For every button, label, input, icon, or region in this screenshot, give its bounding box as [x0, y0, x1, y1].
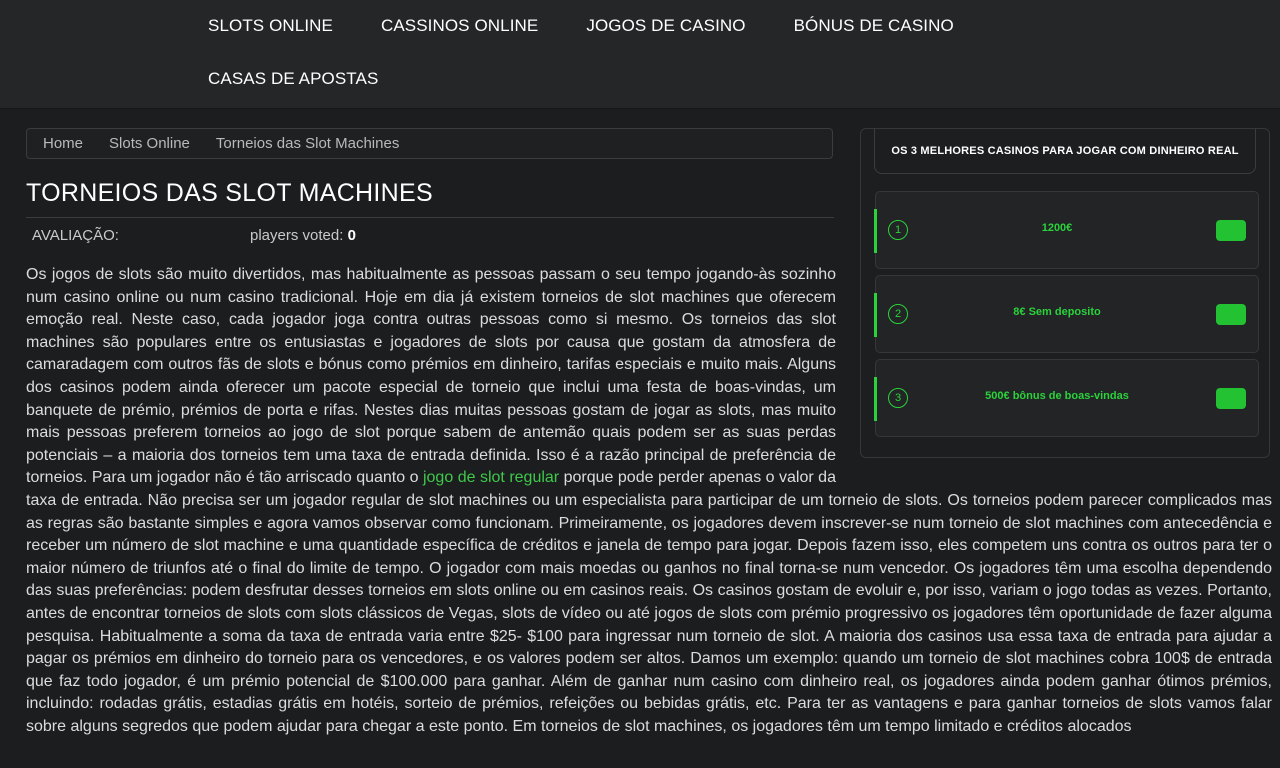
- card-accent-bar: [874, 377, 877, 421]
- nav-bonus-de-casino[interactable]: BÓNUS DE CASINO: [794, 16, 954, 36]
- rank-badge: 2: [888, 304, 908, 324]
- casino-bonus: 8€ Sem deposito: [1013, 306, 1101, 318]
- breadcrumb-slots-online[interactable]: Slots Online: [109, 135, 190, 152]
- players-voted: players voted: 0: [250, 227, 356, 244]
- rank-badge: 3: [888, 388, 908, 408]
- nav-jogos-de-casino[interactable]: JOGOS DE CASINO: [586, 16, 745, 36]
- rank-badge: 1: [888, 220, 908, 240]
- nav-slots-online[interactable]: SLOTS ONLINE: [208, 16, 333, 36]
- article-text-rest: porque pode perder apenas o valor da tax…: [26, 469, 1272, 735]
- top-navigation: SLOTS ONLINE CASSINOS ONLINE JOGOS DE CA…: [0, 0, 1280, 109]
- play-button[interactable]: [1216, 220, 1246, 241]
- sidebar-title: OS 3 MELHORES CASINOS PARA JOGAR COM DIN…: [874, 129, 1256, 174]
- breadcrumb: Home Slots Online Torneios das Slot Mach…: [26, 128, 833, 159]
- article-text-start: Os jogos de slots são muito divertidos, …: [26, 266, 836, 487]
- breadcrumb-current[interactable]: Torneios das Slot Machines: [216, 135, 399, 152]
- rating-label: AVALIAÇÃO:: [32, 227, 119, 244]
- casino-card-2[interactable]: 2 8€ Sem deposito: [874, 275, 1259, 353]
- casino-bonus: 500€ bônus de boas-vindas: [985, 390, 1129, 402]
- casino-card-3[interactable]: 3 500€ bônus de boas-vindas: [874, 359, 1259, 437]
- play-button[interactable]: [1216, 388, 1246, 409]
- card-accent-bar: [874, 209, 877, 253]
- casino-card-1[interactable]: 1 1200€: [874, 191, 1259, 269]
- play-button[interactable]: [1216, 304, 1246, 325]
- players-voted-label: players voted:: [250, 227, 344, 244]
- card-accent-bar: [874, 293, 877, 337]
- nav-row-primary: SLOTS ONLINE CASSINOS ONLINE JOGOS DE CA…: [208, 16, 1002, 36]
- top-casinos-sidebar: OS 3 MELHORES CASINOS PARA JOGAR COM DIN…: [860, 128, 1270, 458]
- nav-row-secondary: CASAS DE APOSTAS: [208, 69, 426, 89]
- breadcrumb-home[interactable]: Home: [43, 135, 83, 152]
- regular-slot-link[interactable]: jogo de slot regular: [423, 469, 559, 486]
- players-voted-count: 0: [347, 227, 356, 244]
- casino-bonus: 1200€: [1041, 222, 1073, 234]
- nav-cassinos-online[interactable]: CASSINOS ONLINE: [381, 16, 538, 36]
- nav-casas-de-apostas[interactable]: CASAS DE APOSTAS: [208, 69, 378, 89]
- page-title: TORNEIOS DAS SLOT MACHINES: [26, 178, 834, 218]
